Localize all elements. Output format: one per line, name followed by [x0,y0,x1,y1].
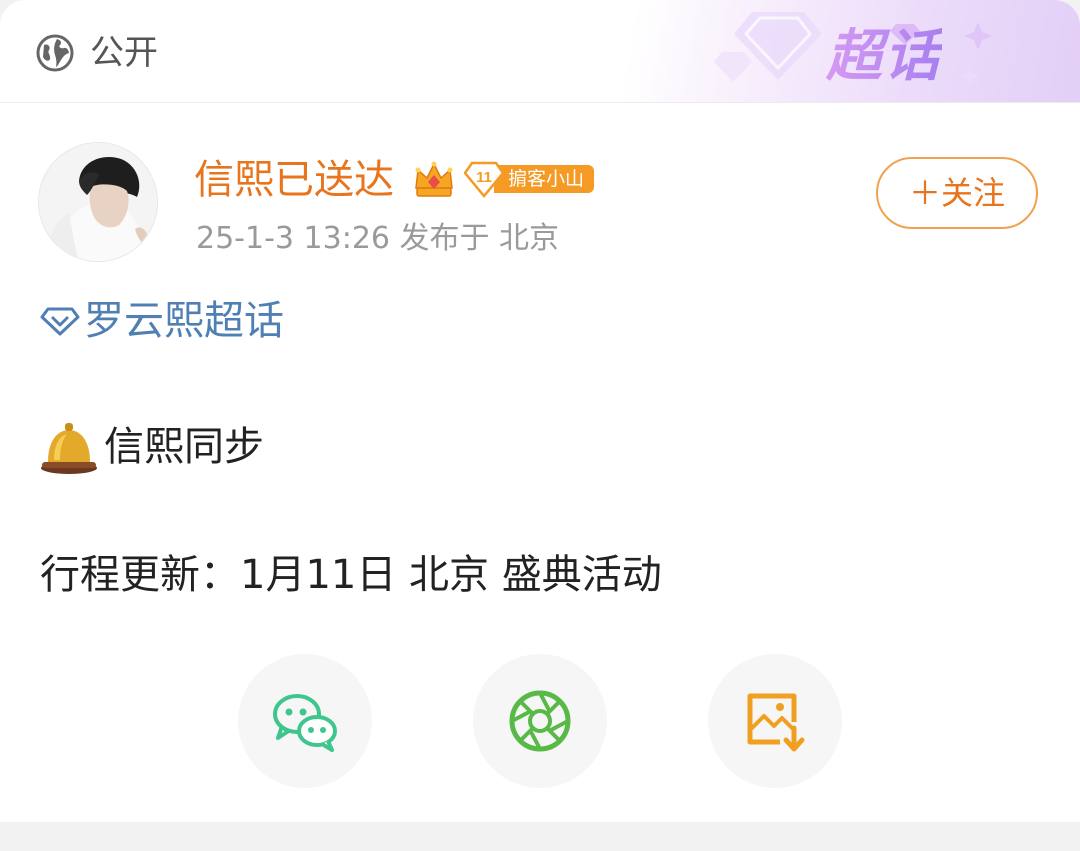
post-meta: 25-1-3 13:26 发布于 北京 [196,221,560,256]
post-card: 公开 超话 信熙已送达 掮客小山 11 25-1-3 13:26 发布于 北京 … [0,0,1080,822]
save-image-button[interactable] [708,654,842,788]
avatar[interactable] [38,142,158,262]
supertopic-label: 罗云熙超话 [84,298,284,344]
diamond-icon [40,307,80,336]
bottom-divider [0,822,1080,851]
supertopic-brand[interactable]: 超话 [826,22,942,92]
post-line-2: 行程更新：1月11日 北京 盛典活动 [40,552,662,598]
visibility-label: 公开 [90,33,158,73]
author-name[interactable]: 信熙已送达 [194,154,394,206]
globe-icon [36,34,74,72]
share-wechat-button[interactable] [238,654,372,788]
follow-button[interactable]: ＋关注 [876,157,1038,229]
share-moments-button[interactable] [473,654,607,788]
save-image-icon [747,693,805,752]
crown-icon [415,161,453,197]
fan-badge-label: 掮客小山 [494,165,595,193]
fan-level-number: 11 [476,169,492,186]
wechat-icon [273,694,337,752]
fan-level-diamond-icon: 11 [464,161,504,198]
moments-icon [509,690,571,752]
post-header-bar: 公开 超话 [0,0,1080,103]
bell-icon [41,423,97,474]
post-line-1: 信熙同步 [104,424,264,470]
